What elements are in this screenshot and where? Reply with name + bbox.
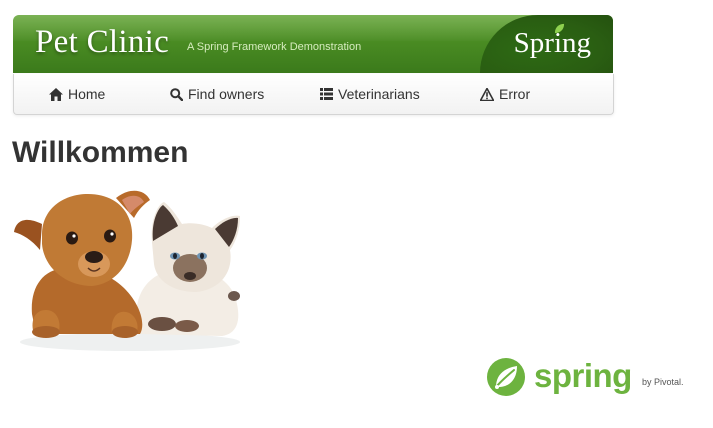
pets-image xyxy=(14,190,240,351)
spring-logo-icon xyxy=(487,358,525,396)
page-title: Willkommen xyxy=(12,136,189,169)
header-banner: Pet Clinic A Spring Framework Demonstrat… xyxy=(13,15,613,73)
main-navbar: Home Find owners Veterinarians Error xyxy=(13,74,614,115)
page: Pet Clinic A Spring Framework Demonstrat… xyxy=(0,0,713,428)
warning-icon xyxy=(480,87,494,101)
spring-by-pivotal-logo: spring by Pivotal. xyxy=(485,356,685,398)
home-icon xyxy=(49,87,63,101)
search-icon xyxy=(170,87,183,101)
app-subtitle: A Spring Framework Demonstration xyxy=(187,41,362,53)
nav-veterinarians-label: Veterinarians xyxy=(338,86,420,102)
nav-error[interactable]: Error xyxy=(480,74,530,114)
nav-error-label: Error xyxy=(499,86,531,102)
nav-home-label: Home xyxy=(68,86,106,102)
nav-find-owners[interactable]: Find owners xyxy=(170,74,264,114)
nav-veterinarians[interactable]: Veterinarians xyxy=(320,74,420,114)
nav-find-owners-label: Find owners xyxy=(188,86,265,102)
list-icon xyxy=(320,88,333,100)
brand-logo-text: Spring xyxy=(513,27,591,59)
nav-home[interactable]: Home xyxy=(49,74,105,114)
pivotal-byline: by Pivotal. xyxy=(642,377,684,387)
app-title: Pet Clinic xyxy=(35,24,170,60)
spring-logo-text: spring xyxy=(534,357,632,394)
